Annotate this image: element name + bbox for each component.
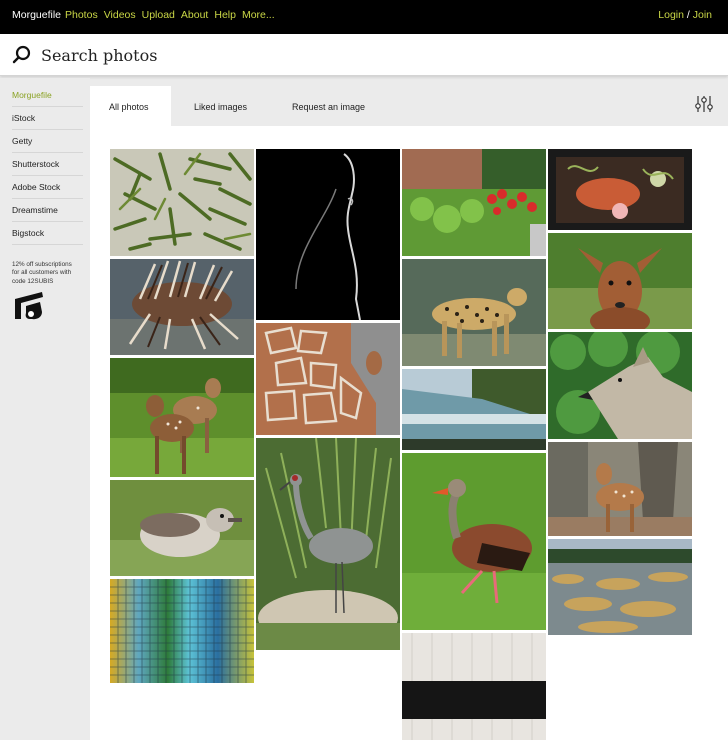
sidebar-item-shutterstock[interactable]: Shutterstock [12,153,83,176]
photo-food-plate[interactable] [548,149,692,230]
join-link[interactable]: Join [693,9,712,21]
sidebar-item-adobe-stock[interactable]: Adobe Stock [12,176,83,199]
photo-river[interactable] [402,369,546,450]
auth-separator: / [686,9,690,21]
nav-link-upload[interactable]: Upload [142,9,175,21]
promo-text[interactable]: 12% off subscriptions for all customers … [12,261,84,286]
promo-line: 12% off subscriptions [12,261,72,268]
sidebar-item-morguefile[interactable]: Morguefile [12,84,83,107]
photo-giraffes[interactable] [256,323,400,435]
photo-cheetah[interactable] [402,259,546,366]
photo-whistling-duck[interactable] [402,453,546,630]
tab-request-image[interactable]: Request an image [292,86,365,126]
nav-link-help[interactable]: Help [214,9,236,21]
search-input[interactable] [41,42,691,68]
auth-links: Login / Join [658,9,712,21]
sidebar-item-bigstock[interactable]: Bigstock [12,222,83,245]
nav-link-more[interactable]: More... [242,9,275,21]
nav-links: Photos Videos Upload About Help More... [65,9,281,21]
photo-striped-fabric[interactable] [402,633,546,740]
photo-grid [90,126,710,740]
photo-marsh-landscape[interactable] [548,539,692,635]
sidebar-item-dreamstime[interactable]: Dreamstime [12,199,83,222]
top-nav: Morguefile Photos Videos Upload About Help Mo… [0,0,728,34]
photo-woman-silhouette[interactable] [256,149,400,320]
brand-link[interactable]: Morguefile [12,9,61,21]
promo-code: code 12SUBIS [12,277,54,285]
shutterstock-logo-icon[interactable] [12,289,46,323]
photo-duckling[interactable] [110,480,254,576]
filter-sliders-icon[interactable] [694,94,714,114]
photo-green-beans[interactable] [110,149,254,256]
nav-link-photos[interactable]: Photos [65,9,98,21]
photo-coyote[interactable] [548,332,692,439]
sidebar-item-istock[interactable]: iStock [12,107,83,130]
nav-link-about[interactable]: About [181,9,208,21]
photo-lionfish[interactable] [110,259,254,355]
photo-garden-flowers[interactable] [402,149,546,256]
photo-crane[interactable] [256,438,400,650]
main-panel: All photos Liked images Request an image [90,86,728,740]
sidebar-item-getty[interactable]: Getty [12,130,83,153]
photo-fawns-grass[interactable] [110,358,254,477]
login-link[interactable]: Login [658,9,684,21]
photo-deer-head[interactable] [548,233,692,329]
photo-fawn-tree[interactable] [548,442,692,536]
photo-glass-mosaic[interactable] [110,579,254,683]
tab-liked-images[interactable]: Liked images [194,86,247,126]
search-icon[interactable] [12,45,32,65]
tab-all-photos[interactable]: All photos [90,86,171,126]
tabs-row: All photos Liked images Request an image [90,86,728,126]
promo-line: for all customers with [12,269,72,277]
nav-link-videos[interactable]: Videos [104,9,136,21]
sidebar: Morguefile iStock Getty Shutterstock Ado… [0,78,90,740]
search-bar [0,34,728,76]
